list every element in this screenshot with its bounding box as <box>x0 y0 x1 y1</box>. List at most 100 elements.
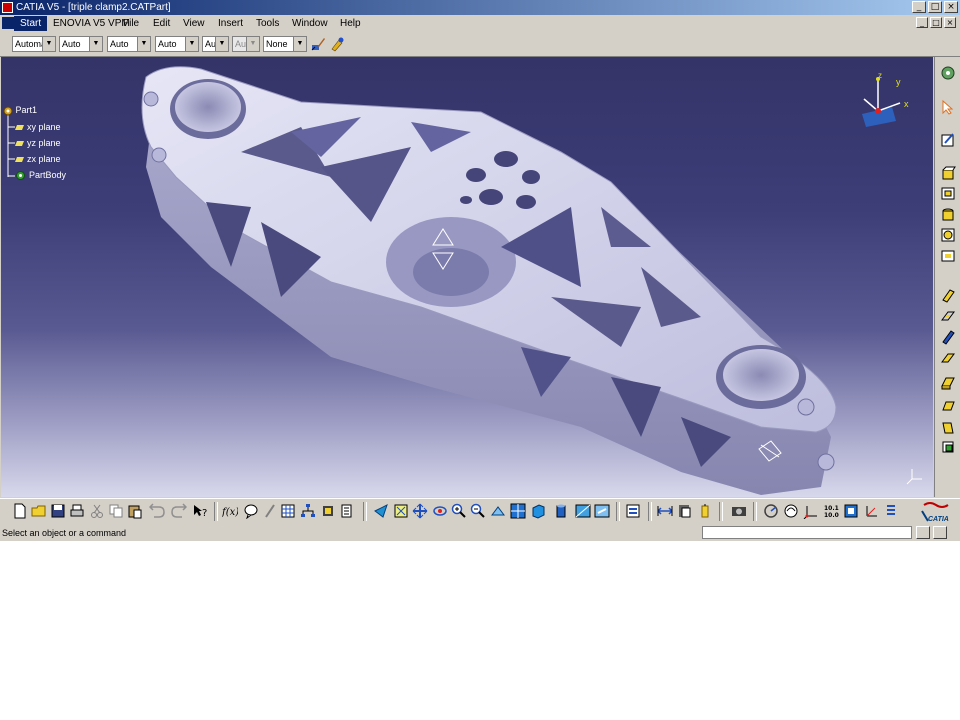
redo-icon[interactable] <box>171 503 187 519</box>
sketcher-icon[interactable] <box>940 132 956 148</box>
whats-this-icon[interactable]: ? <box>192 503 208 519</box>
save-icon[interactable] <box>50 503 66 519</box>
pocket-icon[interactable] <box>940 185 956 201</box>
normal-view-icon[interactable] <box>490 503 506 519</box>
menu-tools[interactable]: Tools <box>250 16 285 31</box>
color-combo[interactable]: Automa ▼ <box>12 36 56 52</box>
draft-icon[interactable] <box>940 398 956 414</box>
point-size-combo[interactable]: Aut ▼ <box>232 36 260 52</box>
fly-icon[interactable] <box>373 503 389 519</box>
table-icon[interactable] <box>280 503 296 519</box>
minimize-button[interactable]: _ <box>912 1 926 13</box>
photo-icon[interactable] <box>731 503 747 519</box>
catia-logo: CATIA <box>921 502 949 523</box>
measure-between-icon[interactable] <box>657 503 673 519</box>
select-icon[interactable] <box>940 99 956 115</box>
axis-system-icon[interactable] <box>863 503 879 519</box>
copy-icon[interactable] <box>108 503 124 519</box>
document-icon[interactable] <box>2 17 14 29</box>
toolbar-separator <box>363 502 367 521</box>
orbit-icon[interactable] <box>783 503 799 519</box>
zoom-in-icon[interactable] <box>451 503 467 519</box>
fillet-icon[interactable] <box>940 349 956 365</box>
axis-icon[interactable] <box>803 503 819 519</box>
sketch-icon[interactable] <box>262 503 278 519</box>
catia-app-icon <box>2 2 13 13</box>
formula-icon[interactable]: f(x) <box>222 503 238 519</box>
list-icon[interactable] <box>883 503 899 519</box>
title-bar: CATIA V5 - [triple clamp2.CATPart] _ □ × <box>0 0 960 15</box>
menu-bar: Start ENOVIA V5 VPM File Edit View Inser… <box>0 15 960 32</box>
doc-maximize-button[interactable]: □ <box>930 17 942 28</box>
power-input-history-button[interactable] <box>933 526 947 539</box>
pad-icon[interactable] <box>940 165 956 181</box>
new-icon[interactable] <box>12 503 28 519</box>
menu-insert[interactable]: Insert <box>212 16 249 31</box>
menu-start[interactable]: Start <box>14 16 48 31</box>
scene-icon[interactable] <box>843 503 859 519</box>
chevron-down-icon: ▼ <box>185 37 198 51</box>
loft-icon[interactable] <box>940 329 956 345</box>
fit-all-icon[interactable] <box>393 503 409 519</box>
menu-edit[interactable]: Edit <box>147 16 176 31</box>
painter-icon[interactable] <box>329 36 345 52</box>
measure-item-icon[interactable] <box>677 503 693 519</box>
stiffener-icon[interactable] <box>940 308 956 324</box>
chevron-down-icon: ▼ <box>42 37 55 51</box>
boolean-icon[interactable] <box>940 439 956 455</box>
decimal-icon[interactable]: 10.110.0 <box>823 503 839 519</box>
line-weight-combo-value: Auto <box>110 39 129 49</box>
svg-text:?: ? <box>202 508 207 519</box>
print-icon[interactable] <box>69 503 85 519</box>
standard-toolbar: ? f(x) 10.1 10.0 CATIA <box>0 498 960 525</box>
menu-view[interactable]: View <box>177 16 211 31</box>
iso-view-icon[interactable] <box>530 503 546 519</box>
3d-viewport[interactable]: Part1 xy plane yz plane zx plane PartBod… <box>1 57 933 497</box>
svg-text:10.1: 10.1 <box>824 505 839 512</box>
line-type-combo[interactable]: Auto ▼ <box>155 36 199 52</box>
zoom-out-icon[interactable] <box>470 503 486 519</box>
power-input-field[interactable] <box>702 526 912 539</box>
point-type-combo[interactable]: Aut ▼ <box>202 36 229 52</box>
catalog-icon[interactable] <box>340 503 356 519</box>
menu-window[interactable]: Window <box>286 16 334 31</box>
rib-icon[interactable] <box>940 248 956 264</box>
hide-show-icon[interactable] <box>575 503 591 519</box>
shell-icon[interactable] <box>940 419 956 435</box>
close-button[interactable]: × <box>944 1 958 13</box>
paste-icon[interactable] <box>127 503 143 519</box>
chevron-down-icon: ▼ <box>137 37 150 51</box>
swap-icon[interactable] <box>594 503 610 519</box>
settings-icon[interactable] <box>940 65 956 81</box>
cut-icon[interactable] <box>89 503 105 519</box>
layer-combo[interactable]: None ▼ <box>263 36 307 52</box>
update-icon[interactable] <box>625 503 641 519</box>
open-icon[interactable] <box>31 503 47 519</box>
line-weight-combo[interactable]: Auto ▼ <box>107 36 151 52</box>
inertia-icon[interactable] <box>697 503 713 519</box>
doc-minimize-button[interactable]: _ <box>916 17 928 28</box>
triple-clamp-model[interactable] <box>1 57 933 497</box>
measure-icon[interactable] <box>320 503 336 519</box>
chevron-down-icon: ▼ <box>293 37 306 51</box>
menu-help[interactable]: Help <box>334 16 367 31</box>
maximize-button[interactable]: □ <box>928 1 942 13</box>
doc-close-button[interactable]: × <box>944 17 956 28</box>
slot-icon[interactable] <box>940 287 956 303</box>
shaft-icon[interactable] <box>940 207 956 223</box>
rotate-icon[interactable] <box>432 503 448 519</box>
power-input-clear-button[interactable] <box>916 526 930 539</box>
undo-icon[interactable] <box>149 503 165 519</box>
menu-file[interactable]: File <box>117 16 145 31</box>
shading-icon[interactable] <box>553 503 569 519</box>
paintbrush-icon[interactable] <box>310 36 326 52</box>
multi-view-icon[interactable] <box>510 503 526 519</box>
layer-combo-value: None <box>266 39 288 49</box>
rotate-axis-icon[interactable] <box>763 503 779 519</box>
transparency-combo[interactable]: Auto ▼ <box>59 36 103 52</box>
hole-icon[interactable] <box>940 227 956 243</box>
knowledge-icon[interactable] <box>243 503 259 519</box>
tree-icon[interactable] <box>300 503 316 519</box>
pan-icon[interactable] <box>412 503 428 519</box>
chamfer-icon[interactable] <box>940 375 956 391</box>
